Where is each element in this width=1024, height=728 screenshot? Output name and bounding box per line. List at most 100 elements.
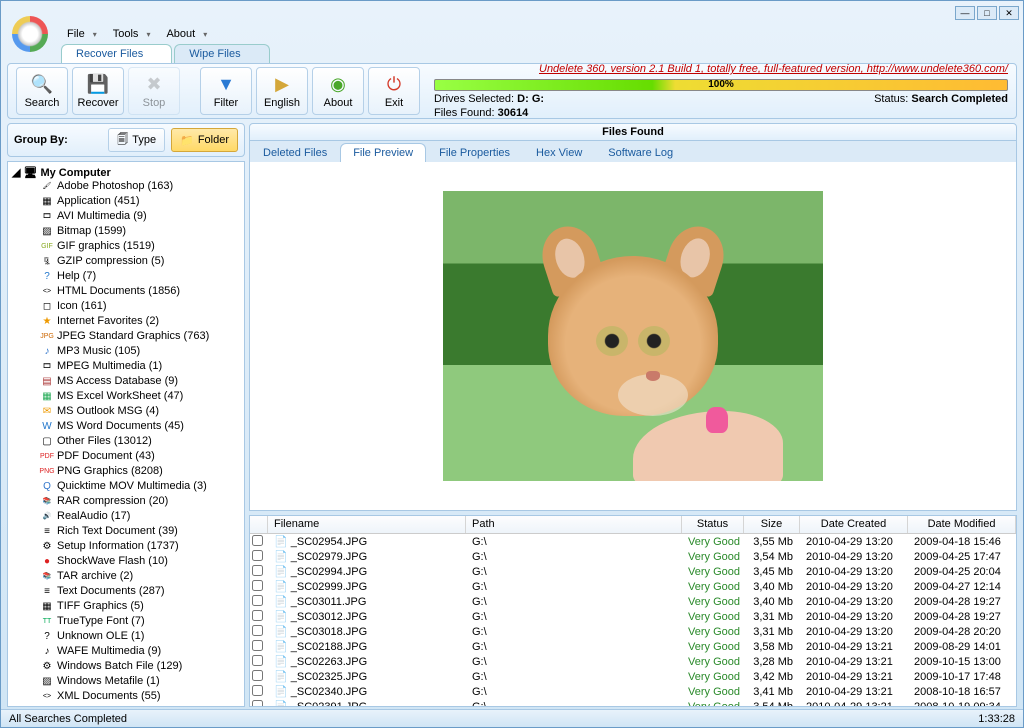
tree-item[interactable]: 🔊RealAudio (17) xyxy=(12,509,240,524)
col-status[interactable]: Status xyxy=(682,516,744,533)
table-row[interactable]: 📄 _SC02340.JPGG:\Very Good3,41 Mb2010-04… xyxy=(250,684,1016,699)
table-row[interactable]: 📄 _SC02979.JPGG:\Very Good3,54 Mb2010-04… xyxy=(250,549,1016,564)
tree-root[interactable]: ◢🖥My Computer xyxy=(12,166,240,179)
row-checkbox[interactable] xyxy=(250,580,268,594)
col-date-created[interactable]: Date Created xyxy=(800,516,908,533)
close-button[interactable]: ✕ xyxy=(999,6,1019,20)
tree-item[interactable]: ≡Rich Text Document (39) xyxy=(12,524,240,539)
menu-about[interactable]: About xyxy=(160,27,213,41)
tree-item[interactable]: ●ShockWave Flash (10) xyxy=(12,554,240,569)
table-row[interactable]: 📄 _SC02994.JPGG:\Very Good3,45 Mb2010-04… xyxy=(250,564,1016,579)
tree-item[interactable]: GIFGIF graphics (1519) xyxy=(12,239,240,254)
tree-item[interactable]: ▢Other Files (13012) xyxy=(12,434,240,449)
tab-file-properties[interactable]: File Properties xyxy=(426,143,523,162)
col-date-modified[interactable]: Date Modified xyxy=(908,516,1016,533)
tab-recover-files[interactable]: Recover Files xyxy=(61,44,172,63)
table-row[interactable]: 📄 _SC03018.JPGG:\Very Good3,31 Mb2010-04… xyxy=(250,624,1016,639)
tree-item-label: GZIP compression (5) xyxy=(57,254,164,269)
tab-hex-view[interactable]: Hex View xyxy=(523,143,595,162)
tab-wipe-files[interactable]: Wipe Files xyxy=(174,44,269,63)
tree-item[interactable]: ⚙Setup Information (1737) xyxy=(12,539,240,554)
tree-item[interactable]: ✉MS Outlook MSG (4) xyxy=(12,404,240,419)
table-row[interactable]: 📄 _SC03011.JPGG:\Very Good3,40 Mb2010-04… xyxy=(250,594,1016,609)
row-checkbox[interactable] xyxy=(250,565,268,579)
about-button[interactable]: ◉About xyxy=(312,67,364,115)
tree-item[interactable]: ▦MS Excel WorkSheet (47) xyxy=(12,389,240,404)
tab-software-log[interactable]: Software Log xyxy=(595,143,686,162)
col-size[interactable]: Size xyxy=(744,516,800,533)
tree-item[interactable]: ★Internet Favorites (2) xyxy=(12,314,240,329)
tree-item[interactable]: QQuicktime MOV Multimedia (3) xyxy=(12,479,240,494)
minimize-button[interactable]: — xyxy=(955,6,975,20)
search-button[interactable]: 🔍Search xyxy=(16,67,68,115)
tab-file-preview[interactable]: File Preview xyxy=(340,143,426,162)
tree-item[interactable]: JPGJPEG Standard Graphics (763) xyxy=(12,329,240,344)
table-row[interactable]: 📄 _SC03012.JPGG:\Very Good3,31 Mb2010-04… xyxy=(250,609,1016,624)
tree-item[interactable]: 🗜GZIP compression (5) xyxy=(12,254,240,269)
tree-item[interactable]: 🎞MPEG Multimedia (1) xyxy=(12,359,240,374)
version-link[interactable]: Undelete 360, version 2.1 Build 1, total… xyxy=(434,63,1008,75)
tree-item[interactable]: TTTrueType Font (7) xyxy=(12,614,240,629)
row-checkbox[interactable] xyxy=(250,670,268,684)
filter-button[interactable]: ▼Filter xyxy=(200,67,252,115)
table-row[interactable]: 📄 _SC02263.JPGG:\Very Good3,28 Mb2010-04… xyxy=(250,654,1016,669)
tree-item[interactable]: WMS Word Documents (45) xyxy=(12,419,240,434)
file-type-tree[interactable]: ◢🖥My Computer 🖌Adobe Photoshop (163)▦App… xyxy=(7,161,245,707)
tree-item[interactable]: ◻Icon (161) xyxy=(12,299,240,314)
menu-tools[interactable]: Tools xyxy=(107,27,157,41)
tree-item[interactable]: 🎞AVI Multimedia (9) xyxy=(12,209,240,224)
tree-item-label: Help (7) xyxy=(57,269,96,284)
grid-body[interactable]: 📄 _SC02954.JPGG:\Very Good3,55 Mb2010-04… xyxy=(250,534,1016,706)
row-checkbox[interactable] xyxy=(250,700,268,707)
tree-item[interactable]: ?Help (7) xyxy=(12,269,240,284)
group-by-type-button[interactable]: 🗐Type xyxy=(108,128,165,152)
tree-item[interactable]: ▦TIFF Graphics (5) xyxy=(12,599,240,614)
tree-item[interactable]: 📚RAR compression (20) xyxy=(12,494,240,509)
tab-deleted-files[interactable]: Deleted Files xyxy=(250,143,340,162)
tree-item[interactable]: ▨Bitmap (1599) xyxy=(12,224,240,239)
tree-item[interactable]: <>HTML Documents (1856) xyxy=(12,284,240,299)
cell-size: 3,55 Mb xyxy=(744,536,800,548)
table-row[interactable]: 📄 _SC02325.JPGG:\Very Good3,42 Mb2010-04… xyxy=(250,669,1016,684)
row-checkbox[interactable] xyxy=(250,610,268,624)
tree-item[interactable]: 📚TAR archive (2) xyxy=(12,569,240,584)
cell-status: Very Good xyxy=(682,551,744,563)
tree-item[interactable]: ≡Text Documents (287) xyxy=(12,584,240,599)
tree-item[interactable]: 🖌Adobe Photoshop (163) xyxy=(12,179,240,194)
table-row[interactable]: 📄 _SC02188.JPGG:\Very Good3,58 Mb2010-04… xyxy=(250,639,1016,654)
tree-item[interactable]: ♪WAFE Multimedia (9) xyxy=(12,644,240,659)
row-checkbox[interactable] xyxy=(250,655,268,669)
row-checkbox[interactable] xyxy=(250,625,268,639)
row-checkbox[interactable] xyxy=(250,640,268,654)
tree-item[interactable]: <>XML Documents (55) xyxy=(12,689,240,704)
col-path[interactable]: Path xyxy=(466,516,682,533)
group-by-folder-button[interactable]: 📁Folder xyxy=(171,128,238,152)
tree-item-label: MS Outlook MSG (4) xyxy=(57,404,159,419)
tree-item[interactable]: ⚙Windows Batch File (129) xyxy=(12,659,240,674)
cell-size: 3,42 Mb xyxy=(744,671,800,683)
tree-item[interactable]: ▦Application (451) xyxy=(12,194,240,209)
maximize-button[interactable]: □ xyxy=(977,6,997,20)
col-filename[interactable]: Filename xyxy=(268,516,466,533)
row-checkbox[interactable] xyxy=(250,595,268,609)
tree-item[interactable]: PDFPDF Document (43) xyxy=(12,449,240,464)
tree-item[interactable]: 📚ZIP compression (7) xyxy=(12,704,240,707)
table-row[interactable]: 📄 _SC02954.JPGG:\Very Good3,55 Mb2010-04… xyxy=(250,534,1016,549)
menu-file[interactable]: File xyxy=(61,27,103,41)
table-row[interactable]: 📄 _SC02999.JPGG:\Very Good3,40 Mb2010-04… xyxy=(250,579,1016,594)
filetype-icon: ● xyxy=(40,555,54,569)
col-checkbox[interactable] xyxy=(250,516,268,533)
language-button[interactable]: ▶English xyxy=(256,67,308,115)
tree-item[interactable]: PNGPNG Graphics (8208) xyxy=(12,464,240,479)
row-checkbox[interactable] xyxy=(250,550,268,564)
tree-item[interactable]: ♪MP3 Music (105) xyxy=(12,344,240,359)
table-row[interactable]: 📄 _SC02391.JPGG:\Very Good3,54 Mb2010-04… xyxy=(250,699,1016,706)
recover-button[interactable]: 💾Recover xyxy=(72,67,124,115)
tree-item[interactable]: ?Unknown OLE (1) xyxy=(12,629,240,644)
tree-item-label: PDF Document (43) xyxy=(57,449,155,464)
row-checkbox[interactable] xyxy=(250,535,268,549)
exit-button[interactable]: ⏻Exit xyxy=(368,67,420,115)
row-checkbox[interactable] xyxy=(250,685,268,699)
tree-item[interactable]: ▨Windows Metafile (1) xyxy=(12,674,240,689)
tree-item[interactable]: ▤MS Access Database (9) xyxy=(12,374,240,389)
